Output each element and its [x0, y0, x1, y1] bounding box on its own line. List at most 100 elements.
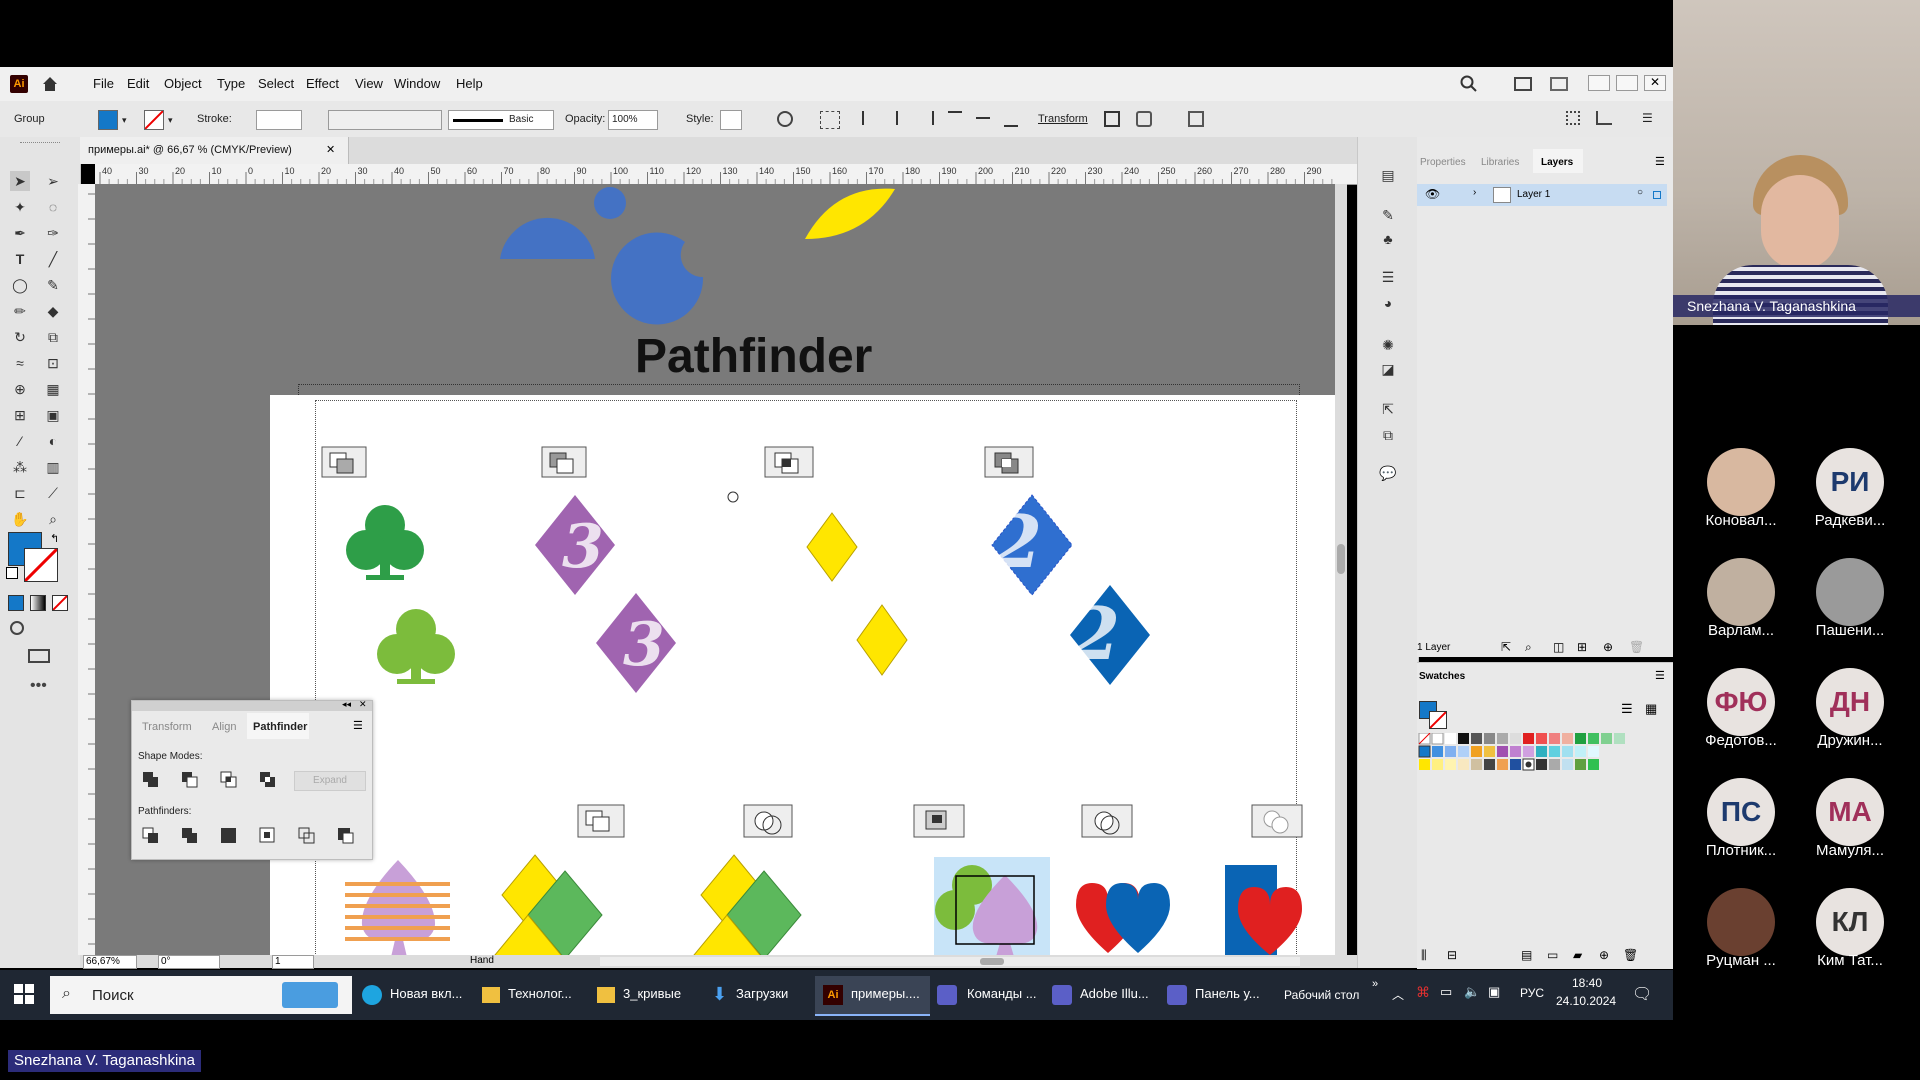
tab-align[interactable]: Align [212, 721, 236, 733]
stroke-color-box[interactable] [24, 548, 58, 582]
panel-options-icon[interactable]: ☰ [353, 719, 363, 732]
crop-button[interactable] [257, 825, 279, 847]
h-scroll-thumb[interactable] [980, 958, 1004, 965]
menu-effect[interactable]: Effect [306, 76, 339, 91]
stroke-weight-input[interactable] [256, 110, 302, 130]
avatar[interactable] [1707, 888, 1775, 956]
eraser-icon[interactable]: ◆ [43, 301, 63, 321]
align-bottom-icon[interactable] [1004, 111, 1018, 127]
align-left-icon[interactable] [862, 111, 878, 125]
diamond-yellow-2[interactable] [856, 604, 908, 676]
artboard[interactable]: 3 3 2 2 [270, 395, 1340, 955]
unite-button[interactable] [140, 769, 162, 791]
column-graph-icon[interactable]: ▥ [43, 457, 63, 477]
avatar[interactable]: МА [1816, 778, 1884, 846]
align-right-icon[interactable] [918, 111, 934, 125]
target-icon[interactable]: ○ [1637, 187, 1643, 198]
avatar[interactable]: ПС [1707, 778, 1775, 846]
minus-front-mode-icon[interactable] [541, 446, 587, 478]
rotate-tool-icon[interactable]: ↻ [10, 327, 30, 347]
avatar[interactable] [1816, 558, 1884, 626]
avatar[interactable]: ДН [1816, 668, 1884, 736]
taskbar-search[interactable]: ⌕ Поиск [50, 976, 352, 1014]
menu-window[interactable]: Window [394, 76, 440, 91]
paintbrush-icon[interactable]: ✎ [43, 275, 63, 295]
swatch-options-icon[interactable]: ▤ [1521, 948, 1532, 962]
align-top-icon[interactable] [948, 111, 962, 127]
brushes-icon[interactable]: ✎ [1378, 205, 1398, 225]
swatch-libraries-icon[interactable]: ⫼ [1421, 948, 1427, 963]
taskbar-teams1[interactable]: Команды ... [935, 976, 1047, 1014]
ai-logo[interactable]: Ai [10, 75, 28, 93]
document-tab[interactable]: примеры.ai* @ 66,67 % (CMYK/Preview) ✕ [80, 137, 349, 164]
small-circle-shape[interactable] [594, 187, 626, 219]
selection-indicator[interactable] [1653, 191, 1661, 199]
taskbar-folder1[interactable]: Технолог... [480, 976, 590, 1014]
divide-button[interactable] [140, 825, 162, 847]
align-middle-icon[interactable] [976, 117, 990, 133]
swatches-menu-icon[interactable]: ☰ [1655, 669, 1665, 682]
collect-export-icon[interactable]: ⇱ [1501, 640, 1511, 654]
canvas-area[interactable]: Pathfinder 3 3 2 2 ◂◂ ✕ Transform Align … [95, 184, 1347, 955]
layers-menu-icon[interactable]: ☰ [1655, 155, 1665, 168]
tab-pathfinder[interactable]: Pathfinder [247, 713, 309, 739]
symbol-sprayer-icon[interactable]: ⁂ [10, 457, 30, 477]
comments-icon[interactable]: 💬 [1378, 463, 1398, 483]
minus-back-icon[interactable] [1251, 804, 1303, 838]
outline-button[interactable] [296, 825, 318, 847]
perspective-grid-icon[interactable]: ▦ [43, 379, 63, 399]
taskbar-folder2[interactable]: 3_кривые [595, 976, 705, 1014]
gradient-mode-icon[interactable] [30, 595, 46, 611]
taskbar-downloads[interactable]: ⬇ Загрузки [710, 976, 820, 1014]
diamond-two-blue-2[interactable]: 2 [1069, 585, 1150, 685]
color-mode-icon[interactable] [8, 595, 24, 611]
arrange-docs-icon[interactable] [1550, 77, 1568, 91]
style-swatch[interactable] [720, 110, 742, 130]
direct-selection-tool-icon[interactable]: ➢ [43, 171, 63, 191]
slice-tool-icon[interactable]: ⟋ [43, 483, 63, 503]
artboard-field[interactable]: 1 [272, 955, 314, 969]
avatar[interactable] [1707, 448, 1775, 516]
more-tools-icon[interactable]: ••• [30, 677, 47, 695]
horizontal-scrollbar[interactable] [600, 957, 1300, 966]
half-circle-shape[interactable] [500, 217, 595, 259]
align-to-icon[interactable] [820, 111, 840, 129]
diamond-three-purple-1[interactable]: 3 [535, 495, 615, 595]
stroke-dropdown-icon[interactable]: ▾ [168, 115, 173, 126]
merge-button[interactable] [218, 825, 240, 847]
distribute-icon[interactable] [1188, 111, 1204, 127]
export-icon[interactable]: ⇱ [1378, 399, 1398, 419]
hearts-pair[interactable] [1076, 883, 1170, 953]
windows-start-icon[interactable] [14, 984, 34, 1004]
minus-front-button[interactable] [179, 769, 201, 791]
menu-select[interactable]: Select [258, 76, 294, 91]
recolor-icon[interactable] [777, 111, 793, 127]
hand-tool-icon[interactable]: ✋ [10, 509, 30, 529]
shaper-tool-icon[interactable]: ✏ [10, 301, 30, 321]
minus-back-button[interactable] [335, 825, 357, 847]
menu-help[interactable]: Help [456, 76, 483, 91]
swap-fill-stroke-icon[interactable]: ↰ [50, 532, 59, 545]
bitten-circle-shape[interactable] [611, 232, 704, 325]
delete-layer-icon[interactable]: 🗑 [1629, 640, 1644, 654]
avatar[interactable]: ФЮ [1707, 668, 1775, 736]
taskbar-edge[interactable]: Новая вкл... [360, 976, 490, 1014]
new-color-group-icon[interactable]: ▭ [1547, 948, 1558, 962]
new-layer-icon[interactable]: ⊕ [1603, 640, 1613, 654]
transform-link[interactable]: Transform [1038, 113, 1088, 125]
new-sublayer-icon[interactable]: ⊞ [1577, 640, 1587, 654]
unite-mode-icon[interactable] [321, 446, 367, 478]
panel-header[interactable]: ◂◂ ✕ [132, 699, 372, 711]
puppet-warp-icon[interactable] [1136, 111, 1152, 127]
variable-width-dropdown[interactable] [328, 110, 442, 130]
add-to-library-icon[interactable]: ⊟ [1447, 948, 1457, 962]
fill-dropdown-icon[interactable]: ▾ [122, 115, 127, 126]
grid-view-icon[interactable] [1566, 111, 1580, 125]
shape-builder-icon[interactable]: ⊕ [10, 379, 30, 399]
restore-icon[interactable] [1616, 75, 1638, 91]
magic-wand-icon[interactable]: ✦ [10, 197, 30, 217]
diamond-two-blue-1[interactable]: 2 [991, 494, 1073, 596]
arrange-icon[interactable] [1596, 111, 1612, 125]
fill-color-swatch[interactable] [98, 110, 118, 130]
menu-type[interactable]: Type [217, 76, 245, 91]
